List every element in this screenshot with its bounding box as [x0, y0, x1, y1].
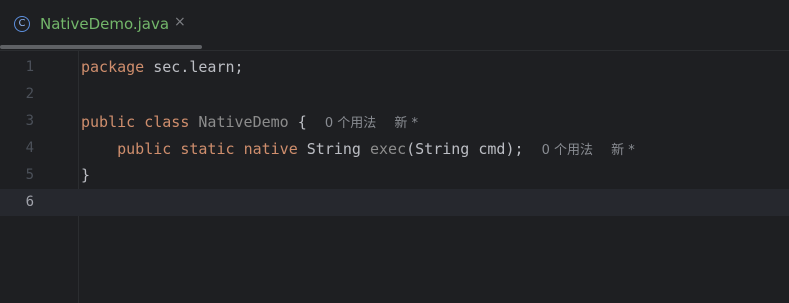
code-line-3: 3 public class NativeDemo { 0 个用法 新 * — [0, 108, 789, 135]
close-icon[interactable]: × — [174, 14, 186, 30]
usages-hint[interactable]: 0 个用法 — [542, 143, 593, 158]
editor-tab-bar: C NativeDemo.java × — [0, 0, 789, 51]
keyword: class — [144, 113, 190, 131]
java-class-icon: C — [14, 16, 30, 32]
line-code[interactable]: public class NativeDemo { 0 个用法 新 * — [81, 112, 418, 131]
code-text: } — [81, 166, 91, 184]
keyword: package — [81, 58, 145, 76]
type-name: String — [306, 140, 361, 158]
code-text: sec.learn; — [144, 58, 244, 76]
code-line-4: 4 public static native String exec(Strin… — [0, 135, 789, 162]
code-line-1: 1 package sec.learn; — [0, 54, 789, 81]
line-code[interactable]: package sec.learn; — [81, 58, 244, 76]
keyword: native — [243, 140, 298, 158]
line-number: 2 — [25, 86, 34, 102]
new-hint[interactable]: 新 * — [611, 143, 635, 158]
code-line-2: 2 — [0, 81, 789, 108]
line-code[interactable]: } — [81, 166, 90, 184]
punctuation: { — [288, 113, 307, 131]
keyword: public — [81, 113, 136, 131]
line-number: 4 — [25, 140, 34, 156]
tab-nativedemo-java[interactable]: C NativeDemo.java × — [0, 0, 202, 50]
tab-label: NativeDemo.java — [40, 15, 170, 33]
code-line-5: 5 } — [0, 162, 789, 189]
line-number: 6 — [25, 194, 34, 210]
keyword: static — [180, 140, 235, 158]
line-number: 3 — [25, 113, 34, 129]
new-hint[interactable]: 新 * — [394, 116, 418, 131]
line-number: 1 — [25, 59, 34, 75]
line-number: 5 — [25, 167, 34, 183]
keyword: public — [117, 140, 172, 158]
parameters: (String cmd); — [406, 140, 524, 158]
code-line-6-current[interactable]: 6 — [0, 189, 789, 216]
code-editor[interactable]: 1 package sec.learn; 2 3 public class Na… — [0, 51, 789, 303]
method-name: exec — [370, 140, 407, 158]
class-name: NativeDemo — [198, 113, 289, 131]
active-tab-indicator — [0, 45, 202, 49]
usages-hint[interactable]: 0 个用法 — [325, 116, 376, 131]
line-code[interactable]: public static native String exec(String … — [81, 139, 635, 158]
